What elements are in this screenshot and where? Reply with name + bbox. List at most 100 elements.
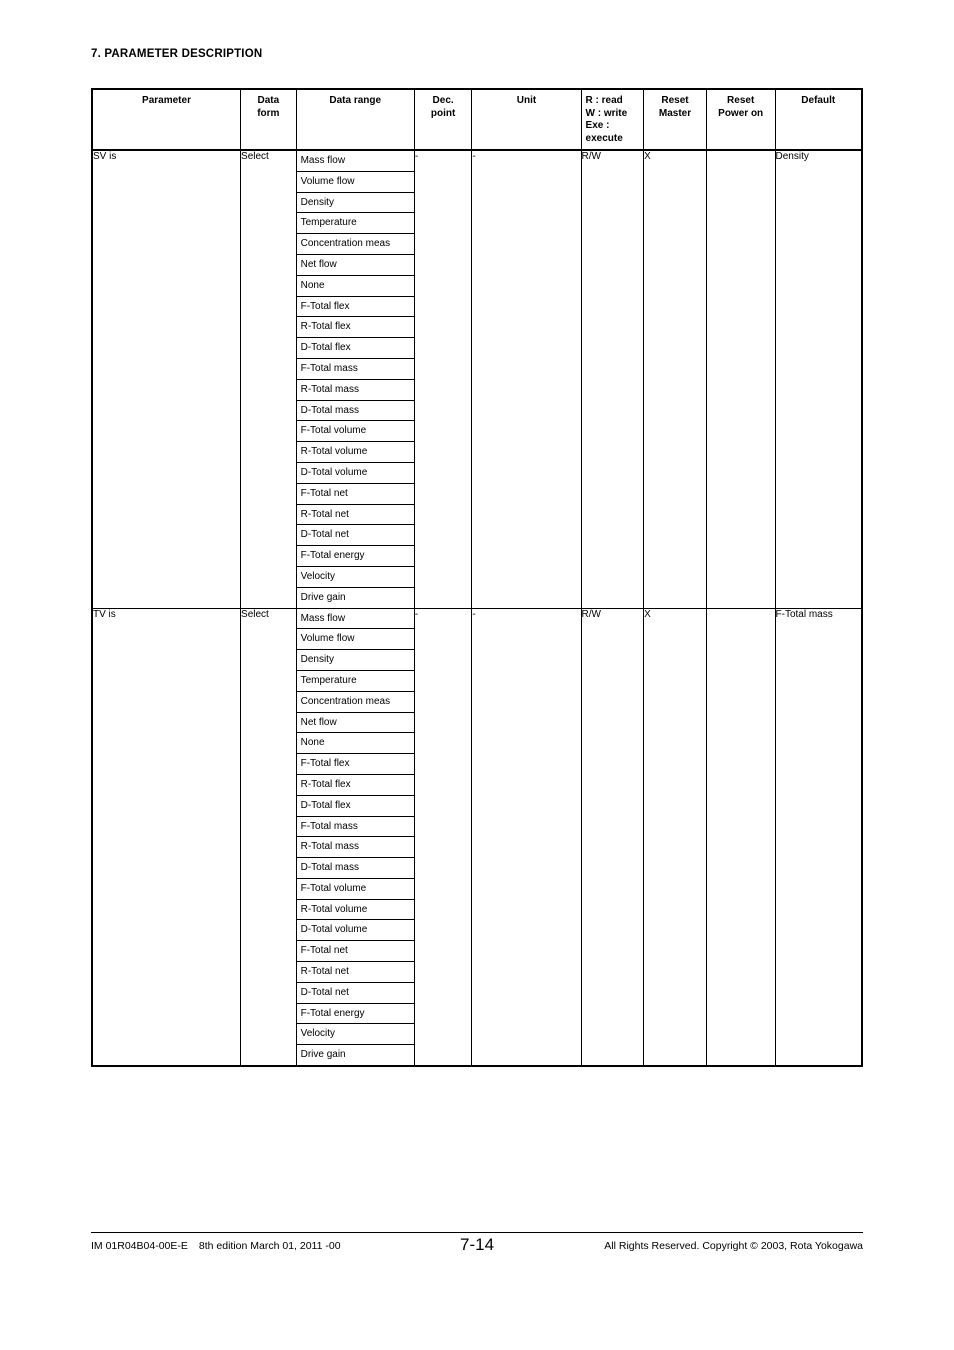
data-range-item-label: R-Total flex xyxy=(296,774,414,796)
data-range-item-label: F-Total flex xyxy=(296,296,414,318)
data-range-item: None xyxy=(296,275,414,297)
column-header-data-range: Data range xyxy=(295,88,415,151)
cell-reset-power-on xyxy=(705,607,776,1067)
data-range-item-label: Mass flow xyxy=(296,608,414,630)
data-range-item-label: F-Total volume xyxy=(296,420,414,443)
data-range-item-label: Concentration meas xyxy=(296,233,414,255)
data-range-item: Density xyxy=(296,649,414,671)
data-range-item-label: Velocity xyxy=(296,566,414,588)
data-range-item-label: F-Total energy xyxy=(296,545,414,567)
data-range-item-label: Net flow xyxy=(296,712,414,734)
data-range-item-label: F-Total flex xyxy=(296,753,414,775)
data-range-item: R-Total flex xyxy=(296,316,414,339)
data-range-item-label: D-Total mass xyxy=(296,857,414,879)
page-footer: IM 01R04B04-00E-E 8th edition March 01, 2… xyxy=(91,1235,863,1258)
cell-default: Density xyxy=(774,149,863,609)
data-range-item: Temperature xyxy=(296,212,414,235)
cell-unit: - xyxy=(471,149,582,609)
column-header-data-form-line1: Data xyxy=(257,95,280,106)
data-range-item: Volume flow xyxy=(296,628,414,651)
table-body: SV is Select Mass flow Volume flow Density Te… xyxy=(91,149,863,1067)
data-range-item-label: Drive gain xyxy=(300,1049,346,1061)
data-range-item: F-Total mass xyxy=(296,816,414,838)
data-range-item-label: None xyxy=(296,275,414,297)
page-title: 7. PARAMETER DESCRIPTION xyxy=(91,48,263,60)
column-header-access-exe: Exe : xyxy=(585,120,610,131)
column-header-access-write: W : write xyxy=(585,107,628,119)
data-range-item-label: Temperature xyxy=(296,670,414,692)
data-range-item: Net flow xyxy=(296,712,414,734)
data-range-item: None xyxy=(296,732,414,755)
data-range-item-label: Volume flow xyxy=(296,171,414,193)
data-range-item: Concentration meas xyxy=(296,691,414,713)
data-range-item: Mass flow xyxy=(296,151,414,172)
data-range-item: Temperature xyxy=(296,670,414,692)
column-header-data-form: Data form xyxy=(240,88,297,151)
column-header-access-read: R : read xyxy=(585,95,623,106)
data-range-item: Density xyxy=(296,192,414,214)
table-row: TV is Select Mass flow Volume flow Density Te… xyxy=(91,607,863,1067)
data-range-item: F-Total flex xyxy=(296,753,414,775)
data-range-item-label: F-Total mass xyxy=(296,358,414,380)
data-range-item: F-Total mass xyxy=(296,358,414,380)
data-range-item-label: D-Total net xyxy=(296,524,414,547)
cell-default: F-Total mass xyxy=(774,607,863,1067)
data-range-list: Mass flow Volume flow Density Temperature Co… xyxy=(296,608,414,1066)
data-range-item-label: R-Total mass xyxy=(296,379,414,401)
data-range-item: Volume flow xyxy=(296,171,414,193)
data-range-item: F-Total volume xyxy=(296,878,414,900)
footer-document-code: IM 01R04B04-00E-E xyxy=(91,1240,188,1252)
data-range-item-label: Temperature xyxy=(296,212,414,235)
data-range-item-label: D-Total volume xyxy=(296,462,414,484)
cell-data-form: Select xyxy=(240,607,297,1067)
column-header-parameter-label: Parameter xyxy=(142,95,191,106)
cell-data-range: Mass flow Volume flow Density Temperature Co… xyxy=(295,149,415,609)
data-range-item: D-Total net xyxy=(296,524,414,547)
cell-data-range: Mass flow Volume flow Density Temperature Co… xyxy=(295,607,415,1067)
cell-reset-master: X xyxy=(643,149,707,609)
data-range-item: R-Total net xyxy=(296,504,414,526)
data-range-item: F-Total net xyxy=(296,940,414,963)
column-header-data-range-label: Data range xyxy=(329,95,382,106)
footer-copyright: All Rights Reserved. Copyright © 2003, R… xyxy=(604,1240,863,1252)
data-range-item-label: F-Total volume xyxy=(296,878,414,900)
data-range-item: Net flow xyxy=(296,254,414,276)
data-range-item: F-Total flex xyxy=(296,296,414,318)
cell-parameter: SV is xyxy=(91,149,242,609)
data-range-item-label: Drive gain xyxy=(300,591,346,603)
column-header-dec-point: Dec. point xyxy=(413,88,473,151)
data-range-item: R-Total volume xyxy=(296,899,414,921)
cell-data-form: Select xyxy=(240,149,297,609)
column-header-reset-master-line1: Reset xyxy=(661,95,689,106)
data-range-item-label: F-Total energy xyxy=(296,1003,414,1025)
data-range-item-label: D-Total mass xyxy=(296,400,414,422)
column-header-default: Default xyxy=(774,88,863,151)
data-range-item: Drive gain xyxy=(297,587,414,607)
column-header-access-mode: R : read W : write Exe : execute xyxy=(580,88,645,151)
data-range-item-label: D-Total flex xyxy=(296,795,414,817)
data-range-item: Concentration meas xyxy=(296,233,414,255)
footer-document-info: IM 01R04B04-00E-E 8th edition March 01, 2… xyxy=(91,1240,341,1252)
cell-access-mode: R/W xyxy=(580,607,645,1067)
data-range-item: R-Total flex xyxy=(296,774,414,796)
column-header-reset-master-line2: Master xyxy=(658,107,692,119)
data-range-item-label: R-Total net xyxy=(296,961,414,983)
cell-dec-point: - xyxy=(413,149,473,609)
data-range-item-label: R-Total volume xyxy=(296,441,414,463)
column-header-reset-master: Reset Master xyxy=(643,88,707,151)
column-header-unit: Unit xyxy=(471,88,582,151)
cell-access-mode: R/W xyxy=(580,149,645,609)
column-header-reset-power-on: Reset Power on xyxy=(705,88,776,151)
data-range-item-label: None xyxy=(296,732,414,755)
data-range-item-label: F-Total net xyxy=(296,483,414,505)
data-range-item: D-Total flex xyxy=(296,795,414,817)
data-range-item-label: F-Total net xyxy=(296,940,414,963)
column-header-dec-point-line1: Dec. xyxy=(432,95,454,106)
document-page: 7. PARAMETER DESCRIPTION Parameter Data … xyxy=(0,0,954,1350)
data-range-item: Mass flow xyxy=(296,608,414,630)
footer-divider xyxy=(91,1232,863,1233)
data-range-item-label: R-Total mass xyxy=(296,836,414,859)
data-range-item-label: D-Total net xyxy=(296,982,414,1004)
data-range-item-label: Mass flow xyxy=(296,151,414,172)
data-range-item: D-Total net xyxy=(296,982,414,1004)
